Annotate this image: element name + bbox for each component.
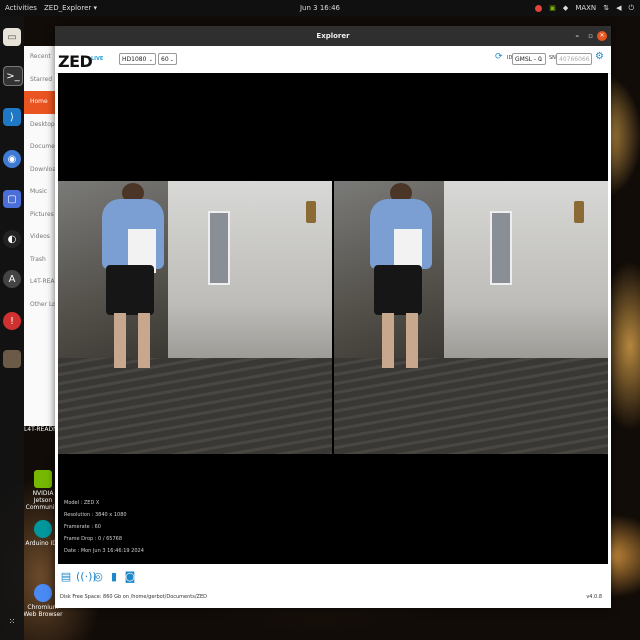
arduino-icon — [34, 520, 52, 538]
dock: ▭ >_ ⟩ ◉ ▢ ◐ A ! ⁙ — [0, 16, 24, 640]
folder-icon[interactable]: ▤ — [60, 571, 72, 583]
files-icon[interactable]: ▭ — [3, 28, 21, 46]
nvidia-icon — [34, 470, 52, 488]
right-camera-image — [334, 181, 608, 454]
network-status-icon[interactable]: ⇅ — [603, 0, 609, 16]
alert-icon[interactable]: ! — [3, 312, 21, 330]
vscode-icon[interactable]: ⟩ — [3, 108, 21, 126]
close-button[interactable]: ✕ — [597, 31, 607, 41]
title-bar[interactable]: Explorer – ▫ ✕ — [55, 26, 611, 46]
obs-icon[interactable]: ◐ — [3, 230, 21, 248]
framerate-text: Framerate : 60 — [64, 524, 101, 530]
left-camera-image — [58, 181, 332, 454]
system-tray[interactable]: ▣ ◆ MAXN ⇅ ◀ ⏻ — [535, 0, 634, 16]
sn-label: SN — [549, 55, 556, 61]
user-label[interactable]: MAXN — [575, 0, 596, 16]
chevron-down-icon: ⌄ — [538, 57, 543, 63]
chevron-down-icon: ⌄ — [169, 57, 174, 63]
volume-icon[interactable]: ◀ — [616, 0, 621, 16]
power-icon[interactable]: ⏻ — [628, 0, 634, 16]
serial-number-field[interactable]: 40766066 — [556, 53, 592, 65]
bottom-bar: ▤ ((·)) ◎ ▮ ◙ Disk Free Space: 860 Gb on… — [58, 568, 608, 604]
streaming-icon[interactable]: ((·)) — [76, 571, 97, 583]
camera-id-select[interactable]: GMSL - 0 ⌄ — [512, 53, 546, 65]
camera-info-overlay: Model : ZED X Resolution : 3840 x 1080 F… — [64, 497, 144, 557]
software-icon[interactable]: A — [3, 270, 21, 288]
zed-logo: ZED — [58, 52, 93, 71]
chromium-icon — [34, 584, 52, 602]
network-icon[interactable]: ◆ — [563, 0, 568, 16]
snapshot-icon[interactable]: ◙ — [124, 571, 136, 583]
disk-status: Disk Free Space: 860 Gb on /home/gerbot/… — [60, 594, 207, 600]
record-icon[interactable] — [535, 4, 543, 12]
version-label: v4.0.8 — [586, 594, 602, 600]
nvidia-tray-icon[interactable]: ▣ — [549, 0, 556, 16]
resolution-text: Resolution : 3840 x 1080 — [64, 512, 127, 518]
maximize-button[interactable]: ▫ — [588, 26, 593, 46]
toolbar: ZED LIVE HD1080 ⌄ 60 ⌄ ⟳ ID GMSL - 0 ⌄ SN 4… — [55, 46, 611, 74]
model-text: Model : ZED X — [64, 500, 100, 506]
screen-icon[interactable]: ▢ — [3, 190, 21, 208]
refresh-icon[interactable]: ⟳ — [495, 52, 503, 62]
video-view[interactable]: Model : ZED X Resolution : 3840 x 1080 F… — [58, 73, 608, 564]
top-bar: Activities ZED_Explorer ▾ Jun 3 16:46 ▣ … — [0, 0, 640, 16]
explorer-window: Explorer – ▫ ✕ ZED LIVE HD1080 ⌄ 60 ⌄ ⟳ ID… — [55, 26, 611, 608]
date-text: Date : Mon Jun 3 16:46:19 2024 — [64, 548, 144, 554]
app-thumbnail-icon[interactable] — [3, 350, 21, 368]
svo-icon[interactable]: ▮ — [108, 571, 120, 583]
minimize-button[interactable]: – — [576, 26, 580, 46]
frame-drop-text: Frame Drop : 0 / 65768 — [64, 536, 123, 542]
live-label: LIVE — [91, 56, 104, 62]
show-apps-icon[interactable]: ⁙ — [3, 612, 21, 630]
chevron-down-icon: ⌄ — [148, 57, 153, 63]
settings-gear-icon[interactable]: ⚙ — [595, 51, 604, 62]
depth-icon[interactable]: ◎ — [92, 571, 104, 583]
fps-select[interactable]: 60 ⌄ — [158, 53, 177, 65]
chromium-dock-icon[interactable]: ◉ — [3, 150, 21, 168]
window-title: Explorer — [316, 32, 350, 40]
terminal-icon[interactable]: >_ — [3, 66, 23, 86]
resolution-select[interactable]: HD1080 ⌄ — [119, 53, 156, 65]
